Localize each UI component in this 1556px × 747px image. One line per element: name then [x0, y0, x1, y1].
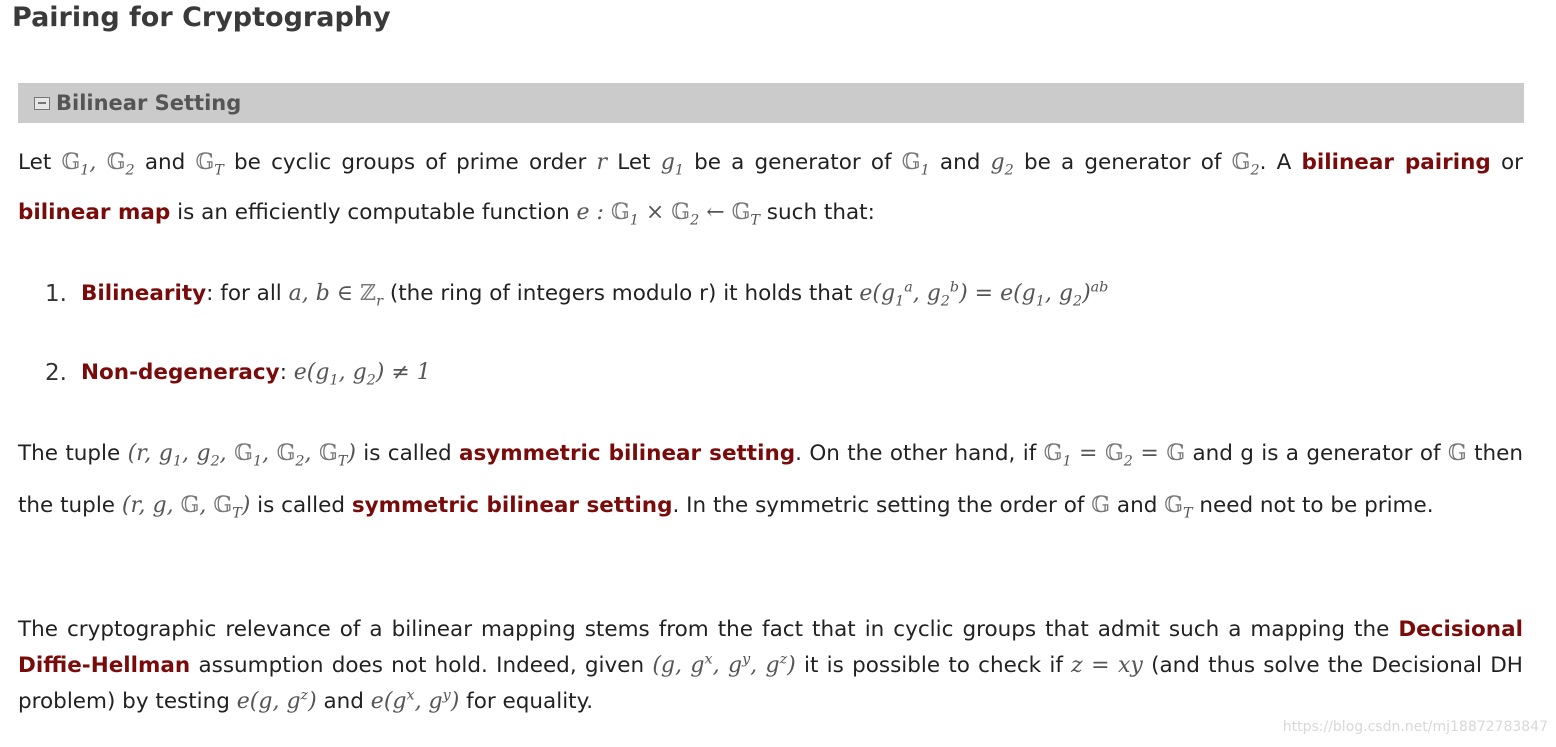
- section-header[interactable]: Bilinear Setting: [18, 83, 1524, 123]
- term-bilinear-map: bilinear map: [18, 200, 171, 225]
- term-asymmetric-setting: asymmetric bilinear setting: [458, 441, 796, 466]
- watermark: https://blog.csdn.net/mj18872783847: [1282, 719, 1548, 735]
- term-bilinear-pairing: bilinear pairing: [1301, 150, 1491, 175]
- paragraph-settings: The tuple (r, g1, g2, 𝔾1, 𝔾2, 𝔾T) is cal…: [18, 441, 1523, 522]
- list-item-non-degeneracy: 2. Non-degeneracy: e(g1, g2) ≠ 1: [45, 360, 431, 389]
- page-title: Pairing for Cryptography: [12, 2, 391, 33]
- property-list: 1. Bilinearity: for all a, b ∈ ℤr (the ri…: [18, 268, 1523, 398]
- collapse-icon[interactable]: [34, 96, 50, 110]
- paragraph-relevance: The cryptographic relevance of a bilinea…: [18, 617, 1523, 714]
- list-item-bilinearity: 1. Bilinearity: for all a, b ∈ ℤr (the ri…: [45, 279, 1109, 310]
- section-title: Bilinear Setting: [56, 91, 242, 115]
- term-symmetric-setting: symmetric bilinear setting: [351, 493, 673, 518]
- paragraph-intro: Let 𝔾1, 𝔾2 and 𝔾T be cyclic groups of pr…: [18, 150, 1523, 229]
